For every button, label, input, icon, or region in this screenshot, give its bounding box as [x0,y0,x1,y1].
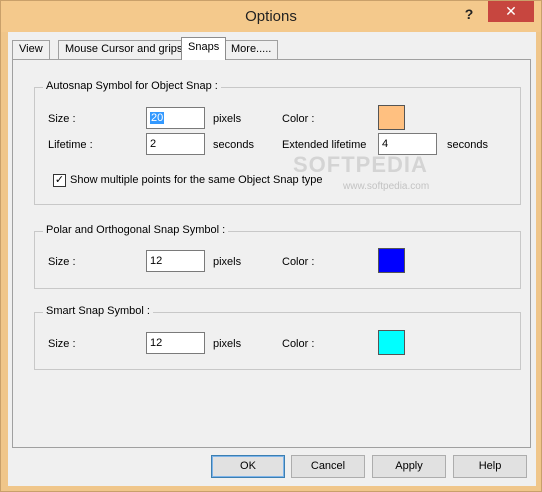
smart-size-input[interactable]: 12 [146,332,205,354]
lifetime-unit: seconds [213,139,254,151]
close-icon[interactable]: ✕ [488,1,534,22]
extended-lifetime-unit: seconds [447,139,488,151]
tab-view[interactable]: View [12,40,50,59]
options-window: Options ? ✕ View Mouse Cursor and grips … [0,0,542,492]
tab-snaps[interactable]: Snaps [181,37,227,60]
extended-lifetime-input[interactable]: 4 [378,133,437,155]
autosnap-group-title: Autosnap Symbol for Object Snap : [43,80,221,92]
polar-color-swatch[interactable] [378,248,405,273]
help-button[interactable]: Help [453,455,527,478]
apply-button[interactable]: Apply [372,455,446,478]
ok-button[interactable]: OK [211,455,285,478]
smart-size-unit: pixels [213,338,242,350]
autosnap-size-label: Size : [48,113,76,125]
tab-more[interactable]: More..... [224,40,279,59]
polar-color-label: Color : [282,256,315,268]
smart-size-label: Size : [48,338,76,350]
smart-group: Smart Snap Symbol : [34,305,521,370]
smart-color-label: Color : [282,338,315,350]
cancel-button[interactable]: Cancel [291,455,365,478]
extended-lifetime-label: Extended lifetime [282,139,367,151]
lifetime-input[interactable]: 2 [146,133,205,155]
autosnap-size-input[interactable]: 20 [146,107,205,129]
autosnap-size-value: 20 [150,112,165,124]
show-multiple-points-checkbox[interactable]: ✓ [53,174,66,187]
smart-color-swatch[interactable] [378,330,405,355]
autosnap-color-label: Color : [282,113,315,125]
polar-group: Polar and Orthogonal Snap Symbol : [34,224,521,289]
autosnap-color-swatch[interactable] [378,105,405,130]
show-multiple-points-label: Show multiple points for the same Object… [70,174,323,186]
polar-group-title: Polar and Orthogonal Snap Symbol : [43,224,229,236]
polar-size-input[interactable]: 12 [146,250,205,272]
autosnap-size-unit: pixels [213,113,242,125]
polar-size-unit: pixels [213,256,242,268]
help-icon[interactable]: ? [456,5,482,25]
lifetime-label: Lifetime : [48,139,93,151]
dialog-client: View Mouse Cursor and grips Snaps More..… [8,32,536,486]
snaps-panel: Autosnap Symbol for Object Snap : Size :… [12,59,531,448]
tab-mouse-cursor-and-grips[interactable]: Mouse Cursor and grips [58,40,190,59]
smart-group-title: Smart Snap Symbol : [43,305,153,317]
polar-size-label: Size : [48,256,76,268]
title-bar[interactable]: Options ? ✕ [1,1,541,32]
